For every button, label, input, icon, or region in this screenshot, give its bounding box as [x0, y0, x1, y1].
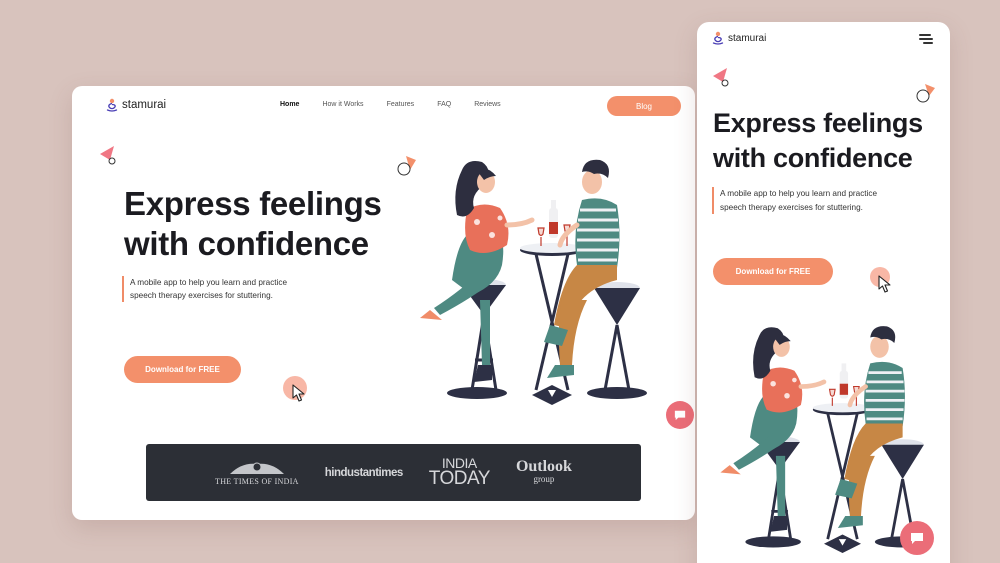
- main-nav: Home How it Works Features FAQ Reviews: [280, 101, 501, 108]
- brand-name: stamurai: [122, 99, 167, 111]
- cursor-icon: [292, 384, 306, 402]
- desktop-page: stamurai Home How it Works Features FAQ …: [72, 86, 695, 520]
- hamburger-menu-icon[interactable]: [919, 34, 933, 44]
- india-today-logo: INDIA TODAY: [428, 456, 491, 489]
- mobile-page: stamurai Express feelings with confidenc…: [697, 22, 950, 563]
- blog-button[interactable]: Blog: [607, 96, 681, 116]
- toi-text: THE TIMES OF INDIA: [215, 476, 299, 486]
- chat-icon: [909, 531, 925, 545]
- stamurai-logo-icon: [106, 98, 118, 112]
- mobile-hero-title: Express feelings with confidence: [713, 106, 923, 176]
- press-logos-bar: THE TIMES OF INDIA hindustantimes INDIA …: [146, 444, 641, 501]
- nav-item-features[interactable]: Features: [387, 101, 415, 108]
- mobile-download-button[interactable]: Download for FREE: [713, 258, 833, 285]
- outlook-logo: Outlook group: [515, 457, 572, 486]
- mobile-hero-title-line-2: with confidence: [713, 143, 913, 173]
- outlook-text: Outlook: [515, 457, 572, 475]
- toi-crest-icon: [229, 462, 284, 474]
- stamurai-logo-icon: [712, 31, 724, 45]
- chat-button[interactable]: [666, 401, 694, 429]
- nav-item-reviews[interactable]: Reviews: [474, 101, 500, 108]
- mobile-hero-description: A mobile app to help you learn and pract…: [712, 187, 887, 214]
- triangle-decoration-icon: [713, 68, 729, 87]
- hero-title: Express feelings with confidence: [124, 184, 382, 264]
- mobile-brand-logo[interactable]: stamurai: [712, 31, 766, 45]
- nav-item-how-it-works[interactable]: How it Works: [322, 101, 363, 108]
- couple-illustration: [713, 317, 935, 563]
- hero-title-line-2: with confidence: [124, 225, 369, 262]
- nav-item-faq[interactable]: FAQ: [437, 101, 451, 108]
- mobile-chat-button[interactable]: [900, 521, 934, 555]
- india-today-line-2: TODAY: [428, 468, 491, 489]
- hero-description: A mobile app to help you learn and pract…: [122, 276, 292, 302]
- mobile-hero-title-line-1: Express feelings: [713, 108, 923, 138]
- couple-illustration: [412, 150, 652, 420]
- hindustan-times-logo: hindustantimes: [324, 466, 403, 479]
- cursor-icon: [878, 275, 892, 293]
- circle-decoration-icon: [916, 84, 935, 103]
- times-of-india-logo: THE TIMES OF INDIA: [215, 460, 299, 486]
- chat-icon: [673, 409, 687, 421]
- hero-title-line-1: Express feelings: [124, 185, 382, 222]
- nav-item-home[interactable]: Home: [280, 101, 299, 108]
- triangle-decoration-icon: [100, 146, 116, 165]
- mobile-brand-name: stamurai: [728, 32, 767, 44]
- download-button[interactable]: Download for FREE: [124, 356, 241, 383]
- brand-logo[interactable]: stamurai: [106, 98, 166, 112]
